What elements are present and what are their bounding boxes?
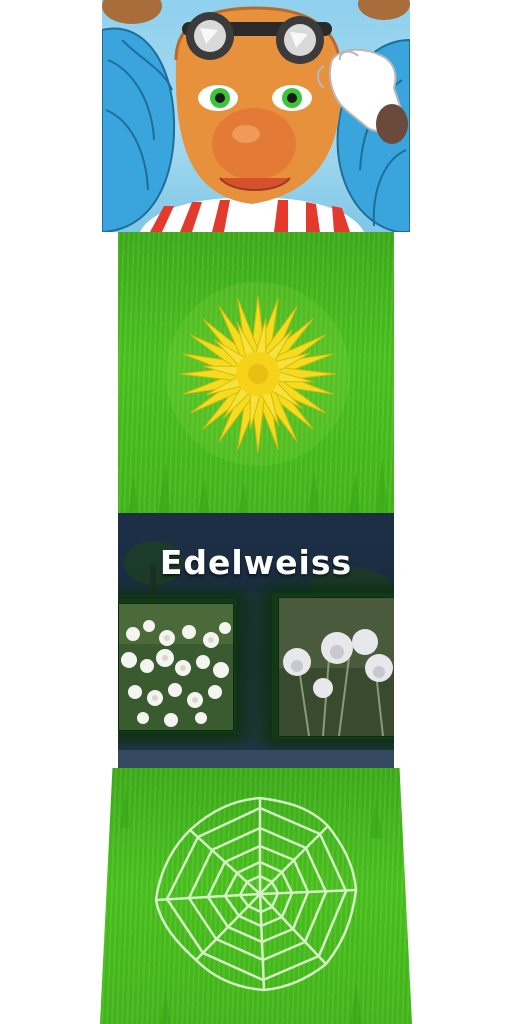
white-thistle-flowers-image [279, 598, 394, 736]
panel-footer-bar [118, 750, 394, 768]
spiderweb-card-art [120, 788, 382, 1024]
game-stage: Edelweiss [0, 0, 512, 1024]
dandelion-icon [179, 295, 337, 453]
flower-title: Edelweiss [159, 543, 353, 582]
spider-web-icon [154, 796, 358, 992]
thistle-photo[interactable] [278, 597, 394, 737]
spiderweb-card[interactable] [100, 768, 412, 1024]
dandelion-card[interactable] [118, 232, 394, 514]
mascot-head [174, 6, 342, 204]
left-wing [102, 27, 176, 232]
bee-mascot-illustration [102, 0, 410, 232]
edelweiss-photo[interactable] [118, 603, 234, 731]
character-header [102, 0, 410, 232]
flower-info-panel: Edelweiss [118, 513, 394, 768]
dandelion-card-art [128, 282, 388, 514]
edelweiss-flowers-image [119, 604, 233, 730]
